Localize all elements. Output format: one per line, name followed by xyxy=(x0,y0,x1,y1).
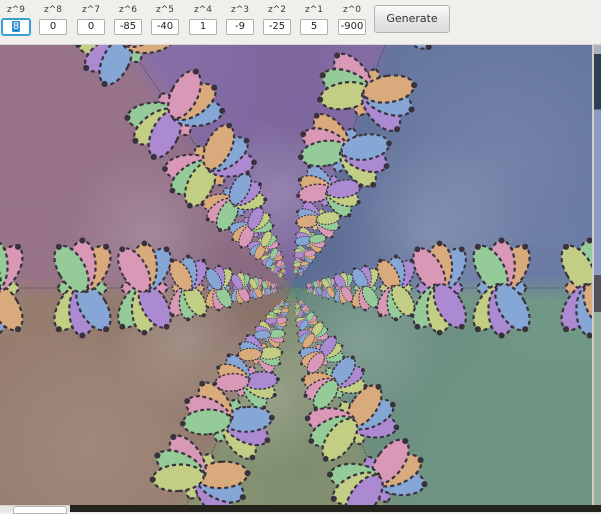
coefficient-field: z^3 -9 xyxy=(226,4,254,35)
coefficient-input-z0[interactable]: -900 xyxy=(338,19,366,35)
coefficient-field: z^6 -85 xyxy=(114,4,142,35)
coefficient-field: z^4 1 xyxy=(189,4,217,35)
toolbar: z^9 8 z^8 0 z^7 0 z^6 -85 z^5 -40 z^4 1 … xyxy=(0,0,601,45)
coefficient-label: z^4 xyxy=(194,5,212,15)
right-edge-strip xyxy=(592,45,601,505)
selected-text: 8 xyxy=(11,21,21,32)
coefficient-label: z^5 xyxy=(156,5,174,15)
coefficient-label: z^3 xyxy=(231,5,249,15)
coefficient-label: z^2 xyxy=(268,5,286,15)
coefficient-field: z^5 -40 xyxy=(151,4,179,35)
coefficient-input-z1[interactable]: 5 xyxy=(300,19,328,35)
coefficient-field: z^7 0 xyxy=(77,4,105,35)
coefficient-input-z7[interactable]: 0 xyxy=(77,19,105,35)
coefficient-input-z4[interactable]: 1 xyxy=(189,19,217,35)
coefficient-label: z^9 xyxy=(7,5,25,15)
coefficient-label: z^8 xyxy=(44,5,62,15)
coefficient-input-z3[interactable]: -9 xyxy=(226,19,254,35)
coefficient-input-z2[interactable]: -25 xyxy=(263,19,291,35)
app-window: z^9 8 z^8 0 z^7 0 z^6 -85 z^5 -40 z^4 1 … xyxy=(0,0,601,514)
fractal-canvas[interactable] xyxy=(0,45,592,505)
generate-button[interactable]: Generate xyxy=(374,5,450,33)
coefficient-label: z^7 xyxy=(82,5,100,15)
coefficient-field: z^1 5 xyxy=(300,4,328,35)
coefficient-input-z6[interactable]: -85 xyxy=(114,19,142,35)
coefficient-field: z^0 -900 xyxy=(338,4,366,35)
coefficient-field: z^9 8 xyxy=(2,4,30,35)
coefficient-input-z9[interactable]: 8 xyxy=(2,19,30,35)
fractal-chains-decoration xyxy=(0,45,592,505)
coefficient-label: z^6 xyxy=(119,5,137,15)
coefficient-input-z5[interactable]: -40 xyxy=(151,19,179,35)
coefficient-field: z^2 -25 xyxy=(263,4,291,35)
coefficient-label: z^0 xyxy=(343,5,361,15)
coefficient-field: z^8 0 xyxy=(39,4,67,35)
coefficient-label: z^1 xyxy=(305,5,323,15)
bottom-dark-bar xyxy=(70,505,601,512)
coefficient-input-z8[interactable]: 0 xyxy=(39,19,67,35)
horizontal-scrollbar-thumb[interactable] xyxy=(13,506,67,514)
